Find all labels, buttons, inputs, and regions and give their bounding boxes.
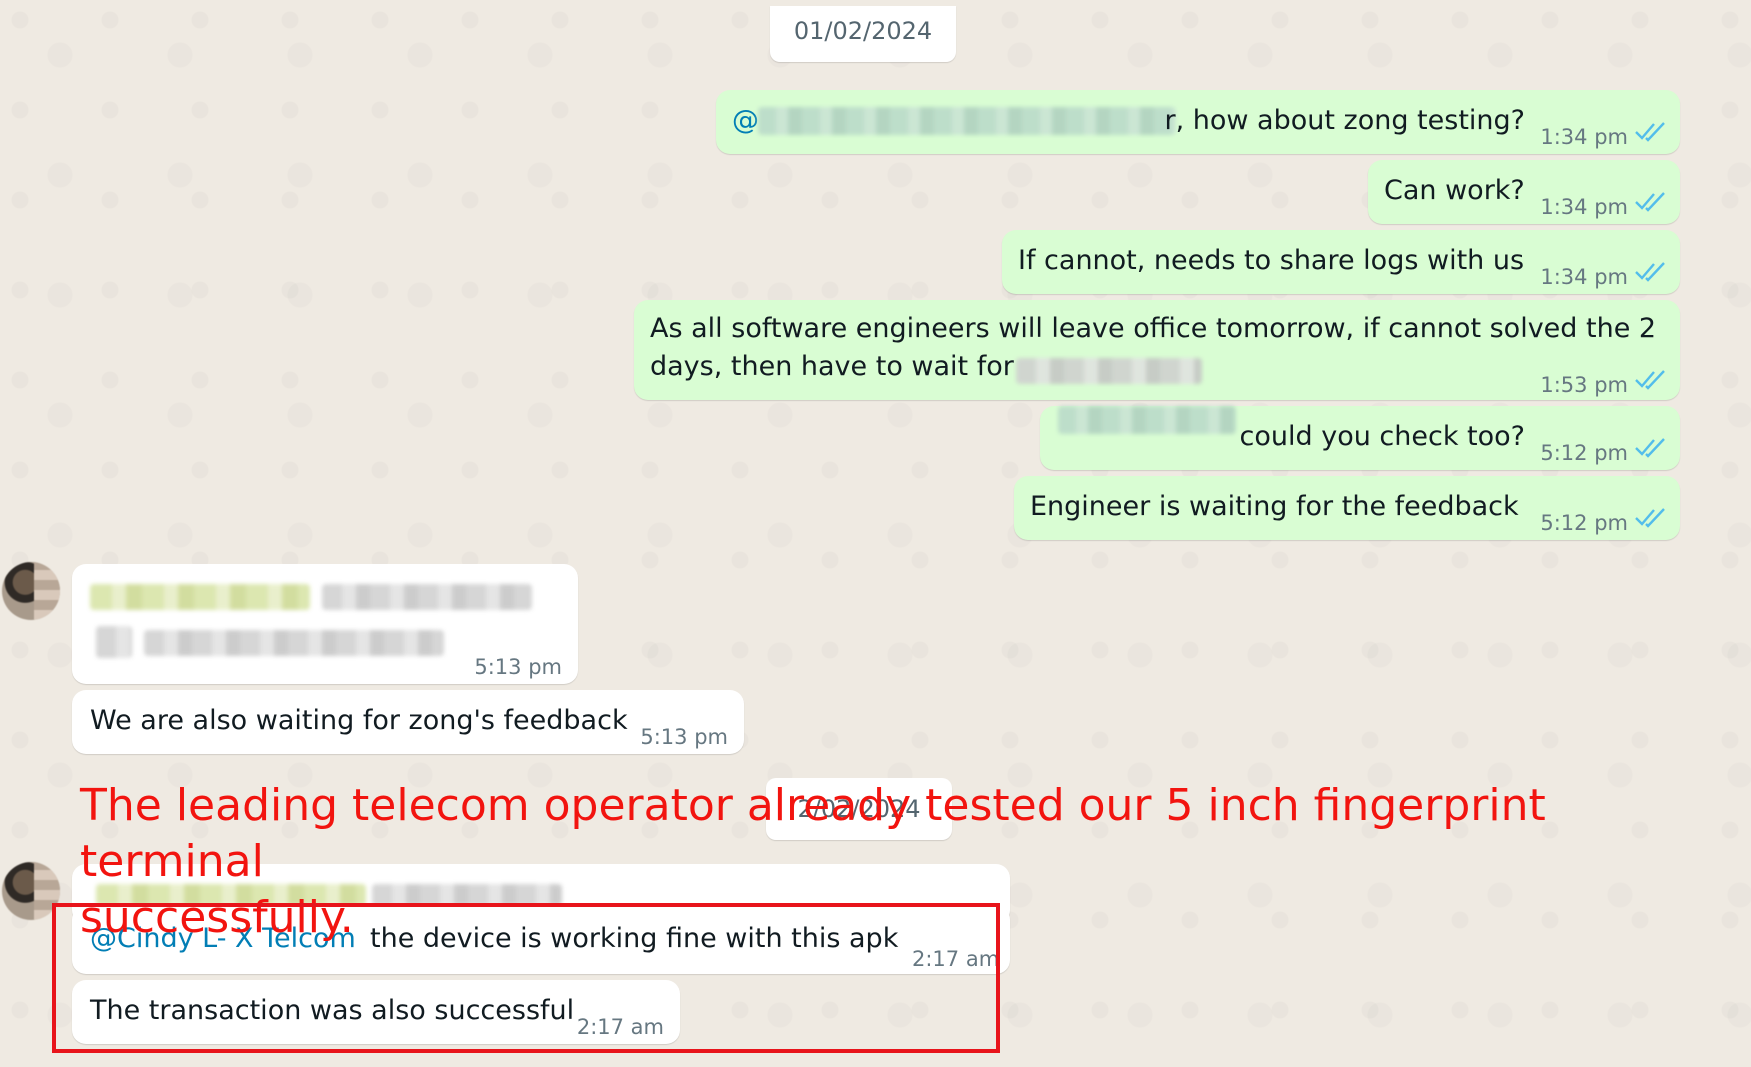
message-time: 5:13 pm	[640, 725, 728, 749]
outgoing-message[interactable]: @ r, how about zong testing? 1:34 pm	[716, 90, 1680, 154]
outgoing-message[interactable]: If cannot, needs to share logs with us 1…	[1002, 230, 1680, 294]
message-text: r, how about zong testing?	[1164, 105, 1525, 136]
message-text-line1: As all software engineers will leave off…	[650, 313, 1657, 344]
redacted-sender-phone	[322, 584, 532, 610]
redacted-mention	[1058, 406, 1236, 434]
double-check-icon	[1635, 370, 1665, 390]
date-separator: 01/02/2024	[770, 6, 956, 62]
message-time: 1:34 pm	[1540, 265, 1628, 289]
double-check-icon	[1635, 122, 1665, 142]
redacted-deleted-text	[144, 630, 444, 656]
redacted-mention	[758, 107, 1176, 135]
incoming-message[interactable]: We are also waiting for zong's feedback …	[72, 690, 744, 754]
message-text: If cannot, needs to share logs with us	[1018, 245, 1525, 276]
message-text: Can work?	[1384, 175, 1525, 206]
highlight-box	[52, 903, 1000, 1053]
double-check-icon	[1635, 262, 1665, 282]
double-check-icon	[1635, 508, 1665, 528]
mention-prefix[interactable]: @	[732, 102, 759, 140]
outgoing-message[interactable]: Can work? 1:34 pm	[1368, 160, 1680, 224]
double-check-icon	[1635, 192, 1665, 212]
message-time: 1:53 pm	[1540, 373, 1628, 397]
message-time: 5:12 pm	[1540, 511, 1628, 535]
sender-avatar[interactable]	[2, 562, 60, 620]
date-label: 01/02/2024	[793, 17, 933, 45]
double-check-icon	[1635, 438, 1665, 458]
message-text: Engineer is waiting for the feedback	[1030, 491, 1519, 522]
redacted-deleted-text	[96, 626, 132, 658]
annotation-line1: The leading telecom operator already tes…	[80, 780, 1546, 887]
outgoing-message[interactable]: could you check too? 5:12 pm	[1040, 406, 1680, 470]
message-text: We are also waiting for zong's feedback	[90, 705, 628, 736]
redacted-sender-name	[90, 584, 310, 610]
outgoing-message[interactable]: Engineer is waiting for the feedback 5:1…	[1014, 476, 1680, 540]
outgoing-message[interactable]: As all software engineers will leave off…	[634, 300, 1680, 400]
incoming-quoted-message[interactable]: 5:13 pm	[72, 564, 578, 684]
message-text-line2: days, then have to wait for	[650, 351, 1014, 382]
message-text: could you check too?	[1239, 421, 1525, 452]
message-time: 5:12 pm	[1540, 441, 1628, 465]
message-time: 5:13 pm	[474, 655, 562, 679]
redacted-text	[1016, 358, 1202, 384]
message-time: 1:34 pm	[1540, 125, 1628, 149]
message-time: 1:34 pm	[1540, 195, 1628, 219]
